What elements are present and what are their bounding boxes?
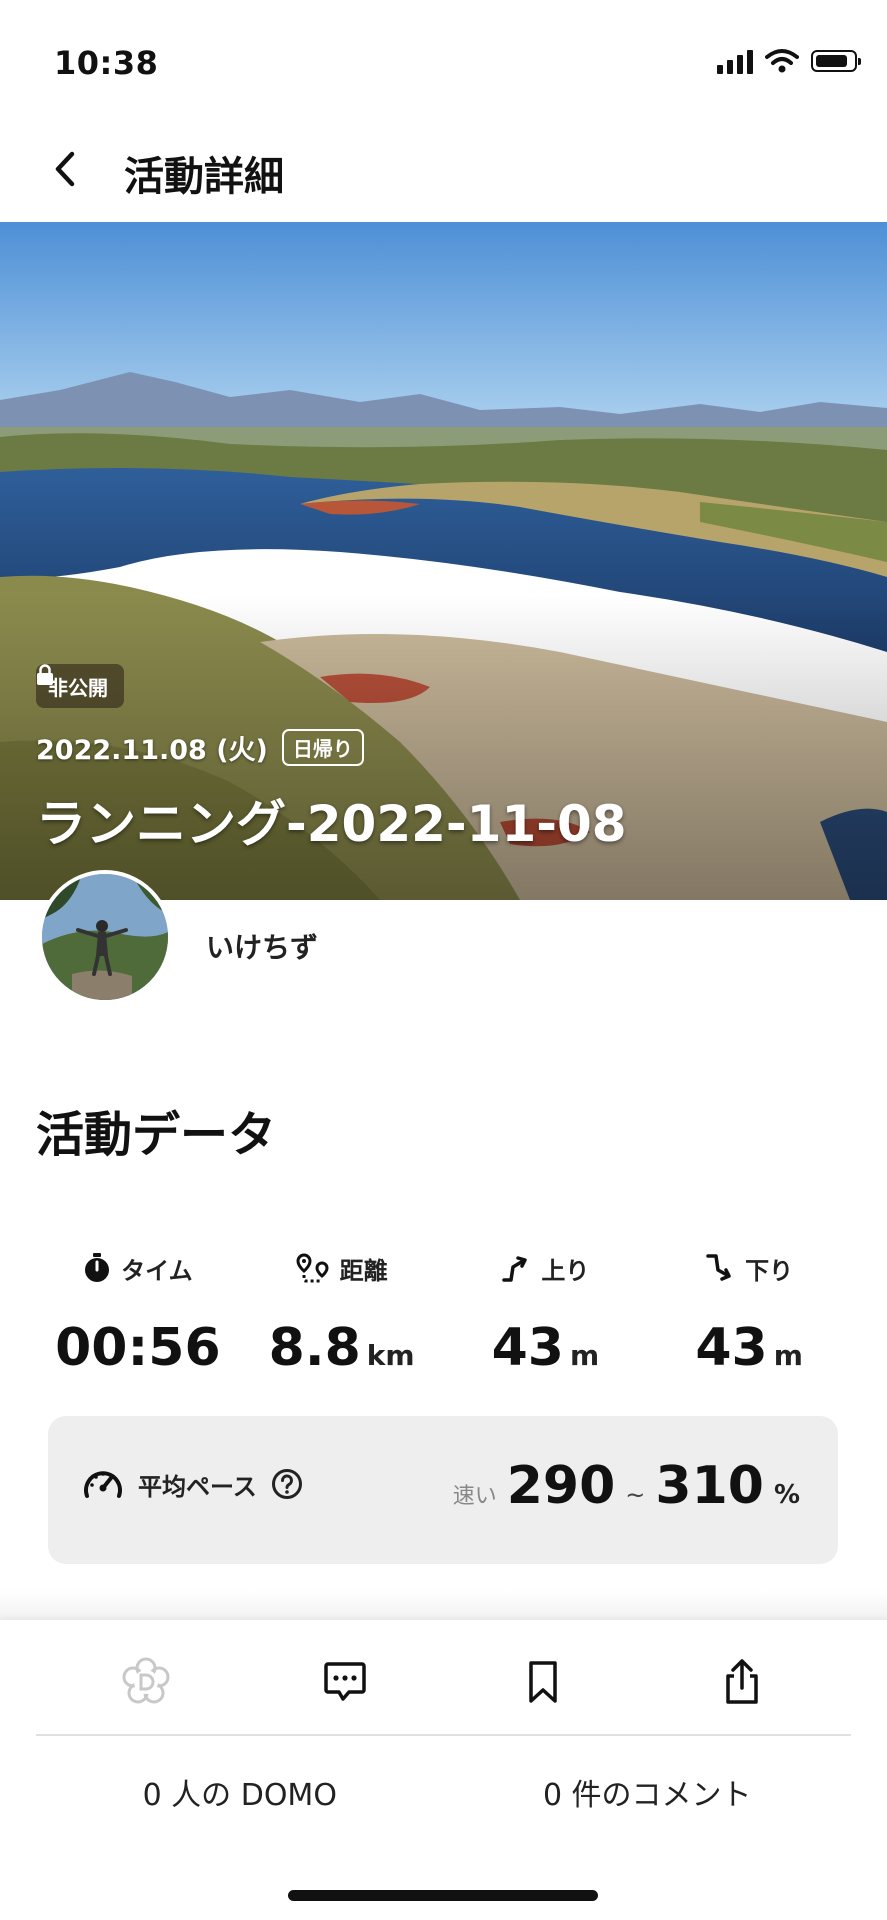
bookmark-icon	[529, 1661, 558, 1703]
ascent-icon	[502, 1256, 528, 1282]
stat-value: 43	[491, 1318, 564, 1378]
share-button[interactable]	[706, 1650, 778, 1714]
battery-icon	[811, 50, 861, 72]
pace-high-value: 310	[655, 1456, 764, 1516]
back-button[interactable]	[40, 144, 90, 194]
stat-value: 8.8	[268, 1318, 361, 1378]
pace-speed-label: 速い	[452, 1484, 497, 1509]
signal-icon	[717, 48, 753, 74]
pace-label: 平均ペース	[138, 1472, 257, 1501]
comment-count-link[interactable]: 0 件のコメント	[444, 1770, 852, 1814]
wifi-icon	[765, 49, 799, 73]
privacy-label: 非公開	[48, 675, 108, 700]
avatar[interactable]	[38, 870, 172, 1004]
divider	[36, 1734, 851, 1736]
hero-photo[interactable]: 非公開 2022.11.08 (火) 日帰り ランニング-2022-11-08	[0, 222, 887, 900]
home-indicator	[288, 1890, 598, 1901]
route-distance-icon	[296, 1253, 329, 1283]
stat-value: 00:56	[55, 1318, 221, 1378]
descent-icon	[706, 1254, 731, 1281]
stat-unit: km	[366, 1339, 415, 1372]
domo-count-link[interactable]: 0 人の DOMO	[36, 1770, 444, 1814]
activity-date: 2022.11.08 (火)	[36, 735, 268, 766]
page-title: 活動詳細	[124, 154, 284, 200]
activity-date-row: 2022.11.08 (火) 日帰り	[36, 728, 364, 767]
stat-distance: 距離 8.8 km	[240, 1250, 444, 1378]
chevron-left-icon	[55, 151, 75, 187]
pace-unit: %	[773, 1480, 800, 1510]
comment-button[interactable]	[309, 1650, 381, 1714]
stat-ascent: 上り 43 m	[444, 1250, 648, 1378]
pace-low-value: 290	[506, 1456, 616, 1516]
trip-type-badge: 日帰り	[281, 729, 364, 766]
pace-range-separator: ~	[625, 1481, 646, 1509]
nav-bar: 活動詳細	[0, 120, 887, 222]
help-icon[interactable]	[271, 1468, 303, 1500]
status-bar: 10:38	[0, 0, 887, 120]
stopwatch-icon	[85, 1253, 110, 1282]
comment-icon	[323, 1662, 366, 1701]
bottom-action-bar: 0 人の DOMO 0 件のコメント	[0, 1620, 887, 1920]
share-icon	[726, 1659, 758, 1704]
privacy-badge: 非公開	[36, 664, 124, 708]
stat-unit: m	[569, 1339, 600, 1372]
average-pace-card: 平均ペース 速い 290 ~ 310 %	[48, 1416, 838, 1564]
domo-icon	[122, 1657, 170, 1704]
stat-descent: 下り 43 m	[647, 1250, 851, 1378]
lock-icon	[37, 664, 53, 685]
status-time: 10:38	[54, 44, 159, 82]
stats-row: タイム 00:56 距離 8.8 km 上り 43 m 下り 43 m	[36, 1250, 851, 1378]
activity-title: ランニング-2022-11-08	[36, 795, 627, 853]
bookmark-button[interactable]	[507, 1650, 579, 1714]
speedometer-icon	[84, 1471, 122, 1498]
stat-unit: m	[773, 1339, 803, 1372]
domo-button[interactable]	[110, 1650, 182, 1714]
stat-value: 43	[695, 1318, 768, 1378]
username[interactable]: いけちず	[206, 926, 318, 966]
stat-time: タイム 00:56	[36, 1250, 240, 1378]
section-title: 活動データ	[36, 1107, 277, 1163]
